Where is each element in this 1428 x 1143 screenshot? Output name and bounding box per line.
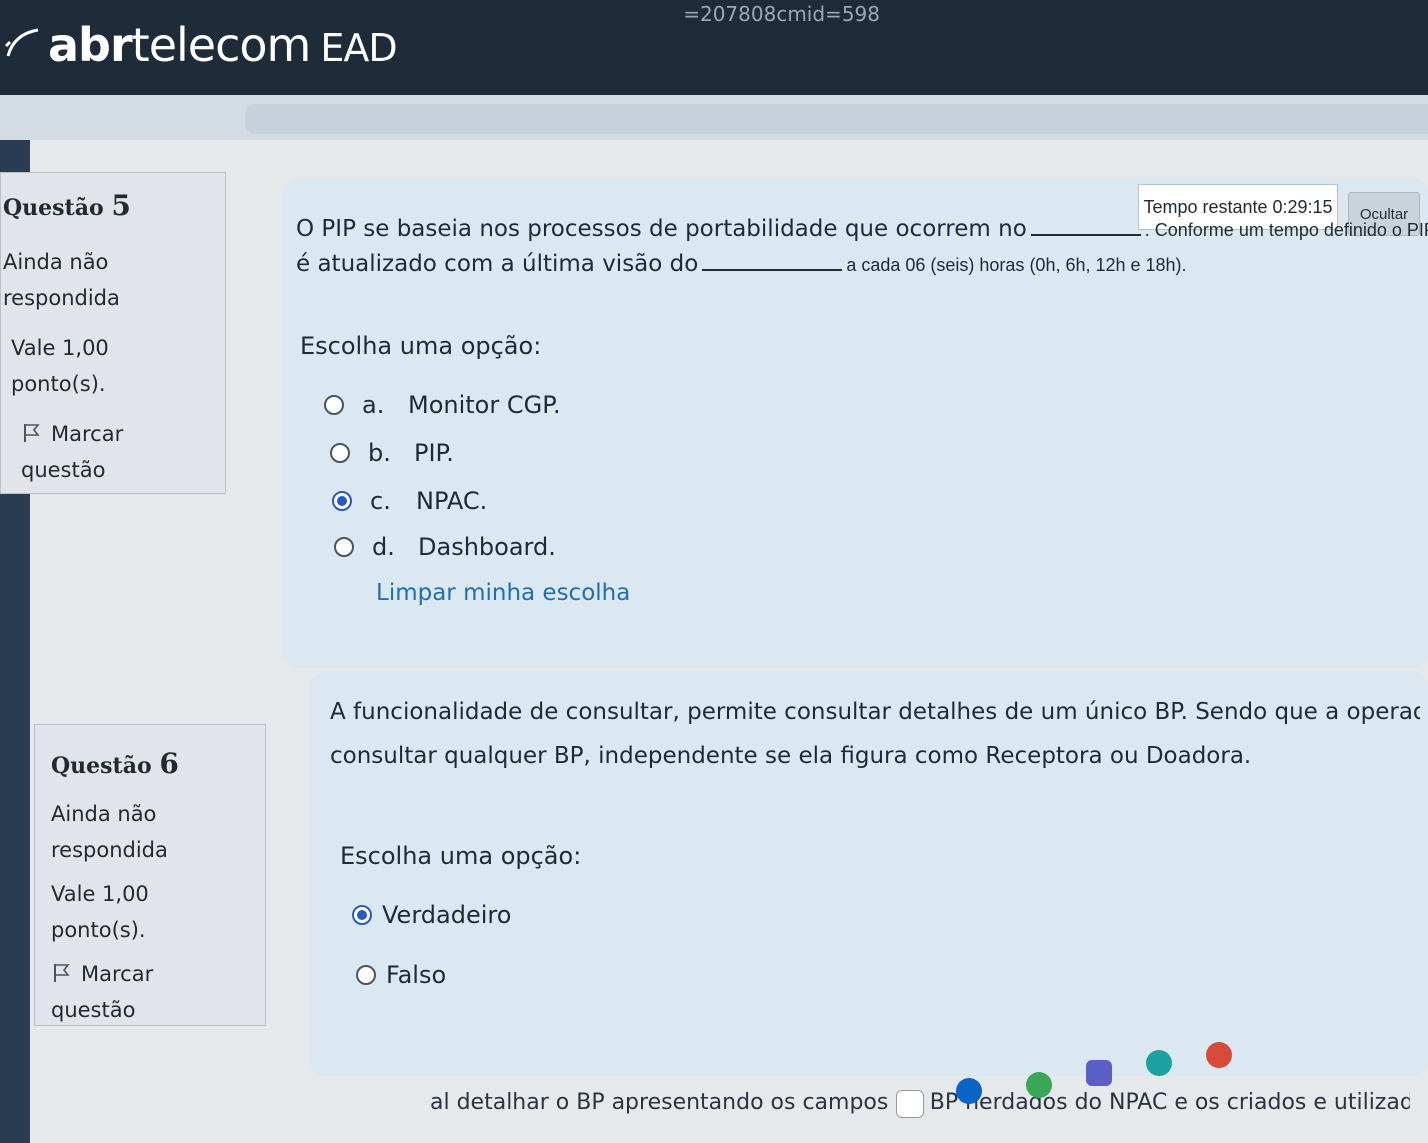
question-text-part3: é atualizado com a última visão do [296, 251, 699, 277]
radio-button[interactable] [334, 537, 354, 557]
breadcrumb [245, 104, 1428, 134]
flag-question-button[interactable]: Marcar questão [51, 956, 201, 1028]
choose-option-prompt: Escolha uma opção: [300, 332, 542, 360]
flag-icon [24, 424, 40, 442]
app-icon[interactable] [1206, 1042, 1232, 1068]
blank-2 [702, 251, 843, 271]
radio-button[interactable] [330, 443, 350, 463]
question-state: Ainda não respondida [3, 250, 120, 310]
choose-option-prompt: Escolha uma opção: [340, 842, 582, 870]
option-label: PIP. [414, 439, 454, 467]
question-5-info: Questão 5 Ainda não respondida Vale 1,00… [0, 172, 226, 494]
option-label: Monitor CGP. [408, 391, 561, 419]
flag-icon [54, 964, 70, 982]
radio-button-selected[interactable] [332, 491, 352, 511]
calendar-icon[interactable] [896, 1090, 924, 1118]
question-text-part1: O PIP se baseia nos processos de portabi… [296, 216, 1027, 242]
question-text-part4: a cada 06 (seis) horas (0h, 6h, 12h e 18… [846, 255, 1187, 275]
url-fragment: =207808cmid=598 [683, 2, 880, 26]
flag-question-button[interactable]: Marcar questão [3, 416, 171, 488]
question-text-line1: A funcionalidade de consultar, permite c… [330, 699, 1420, 725]
option-label: Falso [386, 961, 447, 989]
edge-icon[interactable] [1146, 1050, 1172, 1076]
logo-icon [4, 28, 39, 57]
teams-icon[interactable] [1086, 1060, 1112, 1086]
radio-button[interactable] [356, 965, 376, 985]
question-6-info: Questão 6 Ainda não respondida Vale 1,00… [34, 724, 266, 1026]
site-logo[interactable]: abrtelecom EAD [48, 18, 398, 78]
question-text: O PIP se baseia nos processos de portabi… [296, 212, 1428, 282]
option-label: Dashboard. [418, 533, 556, 561]
option-a[interactable]: a. Monitor CGP. [324, 388, 561, 422]
question-grade: Vale 1,00 ponto(s). [11, 336, 109, 396]
option-letter: b. [368, 439, 391, 467]
option-label: NPAC. [416, 487, 488, 515]
option-false[interactable]: Falso [356, 958, 446, 992]
question-text-line2: consultar qualquer BP, independente se e… [330, 743, 1252, 769]
option-label: Verdadeiro [382, 901, 512, 929]
option-b[interactable]: b. PIP. [330, 436, 454, 470]
outlook-icon[interactable] [956, 1078, 982, 1104]
option-letter: a. [362, 391, 385, 419]
question-text: A funcionalidade de consultar, permite c… [330, 690, 1420, 778]
clear-choice-link[interactable]: Limpar minha escolha [376, 580, 630, 606]
question-text-part2: . Conforme um tempo definido o PIP [1144, 220, 1428, 240]
radio-button-selected[interactable] [352, 905, 372, 925]
question-state: Ainda não respondida [51, 802, 168, 862]
question-title: Questão 5 [3, 189, 131, 222]
blank-1 [1030, 216, 1141, 236]
option-c[interactable]: c. NPAC. [332, 484, 487, 518]
option-letter: c. [370, 487, 391, 515]
question-title: Questão 6 [51, 747, 179, 780]
option-d[interactable]: d. Dashboard. [334, 530, 556, 564]
option-true[interactable]: Verdadeiro [352, 898, 511, 932]
option-letter: d. [372, 533, 395, 561]
site-header: =207808cmid=598 abrtelecom EAD [0, 0, 1428, 95]
os-taskbar [700, 1042, 1428, 1143]
radio-button[interactable] [324, 395, 344, 415]
question-grade: Vale 1,00 ponto(s). [51, 882, 149, 942]
chrome-icon[interactable] [1026, 1072, 1052, 1098]
